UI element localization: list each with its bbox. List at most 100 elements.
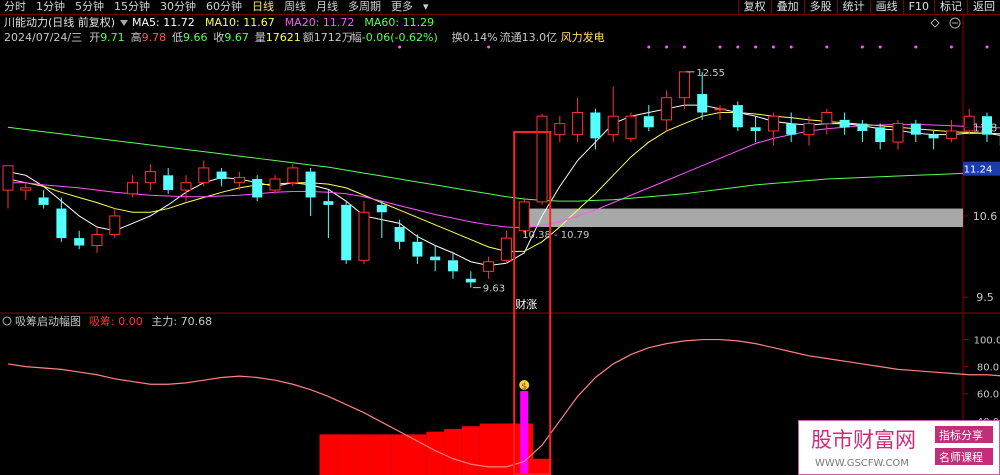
candle-body xyxy=(2,165,14,191)
candle-body xyxy=(341,204,352,261)
candle-body xyxy=(56,208,67,239)
header-line-1: 川能动力(日线 前复权) MA5: 11.72 MA10: 11.67 MA20: 1… xyxy=(4,15,961,29)
candle-body xyxy=(945,130,957,139)
signal-label: 财涨 xyxy=(515,297,537,311)
candle xyxy=(661,90,673,131)
candle xyxy=(74,230,85,250)
ma-legend-1: MA10: 11.67 xyxy=(205,16,275,29)
candle-body xyxy=(252,179,263,198)
candle-body xyxy=(20,187,32,191)
accumulation-bars xyxy=(319,423,551,475)
quote-key-1: 高 xyxy=(131,30,142,44)
candle-body xyxy=(750,127,761,131)
candle-body xyxy=(448,260,458,272)
candle xyxy=(394,219,405,250)
quote-value-5: 1712万 xyxy=(314,31,353,44)
candle-body xyxy=(127,182,139,195)
quote-key-8: 流通 xyxy=(500,30,522,44)
candle xyxy=(430,245,441,272)
candle-body xyxy=(714,108,726,111)
watermark-tag1: 指标分享 xyxy=(939,428,983,442)
candle-body xyxy=(910,123,921,135)
accumulation-bar xyxy=(461,426,480,475)
candle xyxy=(697,71,708,120)
candle xyxy=(839,112,850,135)
ma-line-ma10 xyxy=(7,112,1000,252)
candle xyxy=(376,201,387,239)
quote-date: 2024/07/24/三 xyxy=(4,31,82,44)
indicator-name: 吸筹启动幅图 xyxy=(15,314,81,328)
header-line-2: 2024/07/24/三开 9.71 高 9.78 低 9.66 收 9.67 量 17621 额 1… xyxy=(4,30,605,44)
candle xyxy=(590,108,601,150)
candle-body xyxy=(233,177,245,184)
candle xyxy=(678,71,690,109)
range-annotation: 10.38 - 10.79 xyxy=(522,230,589,241)
quote-key-7: 换 xyxy=(452,30,463,44)
candle-body xyxy=(572,112,584,136)
candle-body xyxy=(803,123,815,136)
indicator-value-0: 吸筹: 0.00 xyxy=(89,314,143,328)
signal-dot xyxy=(398,45,402,49)
watermark-logo: 股市财富网 WWW.GSCFW.COM 指标分享 名师课程 xyxy=(798,420,1000,475)
candle xyxy=(554,116,566,143)
signal-dot xyxy=(736,45,740,49)
diamond-icon[interactable] xyxy=(930,18,940,28)
candle xyxy=(821,108,833,135)
candle xyxy=(38,190,49,209)
quote-key-3: 收 xyxy=(213,30,224,44)
candle xyxy=(518,197,530,235)
stock-name: 川能动力(日线 前复权) xyxy=(4,15,115,29)
candle-body xyxy=(892,123,904,143)
candle xyxy=(163,167,174,194)
indicator-value-1: 主力: 70.68 xyxy=(151,315,212,328)
candle-body xyxy=(857,123,868,131)
candle xyxy=(323,190,334,239)
last-price-label: 11.24 xyxy=(964,165,993,176)
candle xyxy=(732,101,743,131)
candle xyxy=(625,112,637,143)
quote-key-2: 低 xyxy=(172,31,183,44)
chevron-down-icon[interactable] xyxy=(120,20,128,26)
candle-body xyxy=(661,97,673,121)
candle xyxy=(2,165,14,209)
signal-dot xyxy=(754,45,758,49)
candle-body xyxy=(678,71,690,99)
candle xyxy=(269,175,281,194)
candle-body xyxy=(74,238,85,246)
candle-body xyxy=(430,256,441,261)
candle-body xyxy=(500,237,512,261)
signal-dot xyxy=(914,45,918,49)
quote-value-8: 13.0亿 xyxy=(522,31,558,44)
signal-dot xyxy=(789,45,793,49)
quote-value-3: 9.67 xyxy=(224,31,249,44)
candle-body xyxy=(305,171,316,198)
candle-body xyxy=(590,112,601,139)
candle xyxy=(572,97,584,143)
quote-value-0: 9.71 xyxy=(100,31,125,44)
candle-body xyxy=(483,261,495,272)
signal-dot xyxy=(949,45,953,49)
signal-dot xyxy=(647,45,651,49)
signal-dot xyxy=(718,45,722,49)
candle-body xyxy=(536,115,548,203)
candle xyxy=(892,119,904,150)
accumulation-bar xyxy=(533,458,551,475)
quote-value-2: 9.66 xyxy=(183,31,208,44)
candle-body xyxy=(625,115,637,139)
y-tick-label: 11.8 xyxy=(973,121,998,134)
candle xyxy=(767,112,779,146)
indicator-tick-label: 60.0 xyxy=(977,390,999,401)
candle-body xyxy=(269,178,281,191)
indicator-tick-label: 100.0 xyxy=(974,336,1000,347)
candle xyxy=(928,130,939,150)
candle-body xyxy=(394,227,405,242)
candle xyxy=(198,160,210,187)
high-annotation: 12.55 xyxy=(696,68,725,79)
quote-value-4: 17621 xyxy=(266,31,301,44)
settings-circle-icon[interactable] xyxy=(2,316,12,326)
candle-body xyxy=(216,171,227,179)
signal-dot xyxy=(771,45,775,49)
candle-body xyxy=(109,215,121,235)
indicator-tick-label: 80.0 xyxy=(977,363,999,374)
candle xyxy=(358,201,370,264)
